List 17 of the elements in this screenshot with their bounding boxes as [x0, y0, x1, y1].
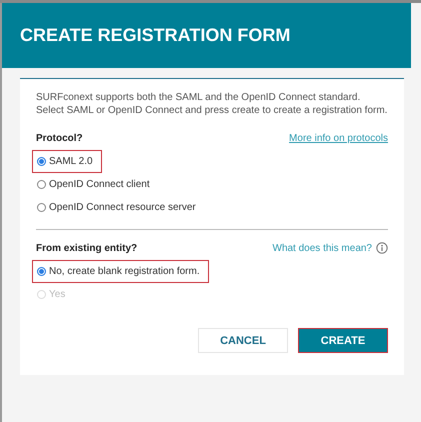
create-button[interactable]: CREATE: [298, 328, 388, 353]
radio-option[interactable]: OpenID Connect client: [32, 173, 155, 196]
dialog-title: CREATE REGISTRATION FORM: [20, 25, 290, 46]
question-label: Protocol?: [36, 133, 83, 144]
info-icon[interactable]: [376, 242, 388, 254]
help-link[interactable]: What does this mean?: [272, 242, 372, 254]
radio-button[interactable]: [37, 267, 46, 276]
radio-button[interactable]: [37, 180, 46, 189]
intro-text: SURFconext supports both the SAML and the OpenID Connect standard. Select SAML or OpenID Connect and press create to create a registration form.: [36, 91, 388, 117]
cancel-button[interactable]: CANCEL: [198, 328, 288, 353]
highlighted-radio-option[interactable]: SAML 2.0: [32, 150, 102, 173]
radio-button[interactable]: [37, 203, 46, 212]
question-label: From existing entity?: [36, 242, 138, 254]
radio-button[interactable]: [37, 157, 46, 166]
highlighted-radio-option[interactable]: No, create blank registration form.: [32, 260, 209, 283]
radio-option[interactable]: OpenID Connect resource server: [32, 196, 201, 219]
info-link[interactable]: More info on protocols: [289, 133, 388, 144]
